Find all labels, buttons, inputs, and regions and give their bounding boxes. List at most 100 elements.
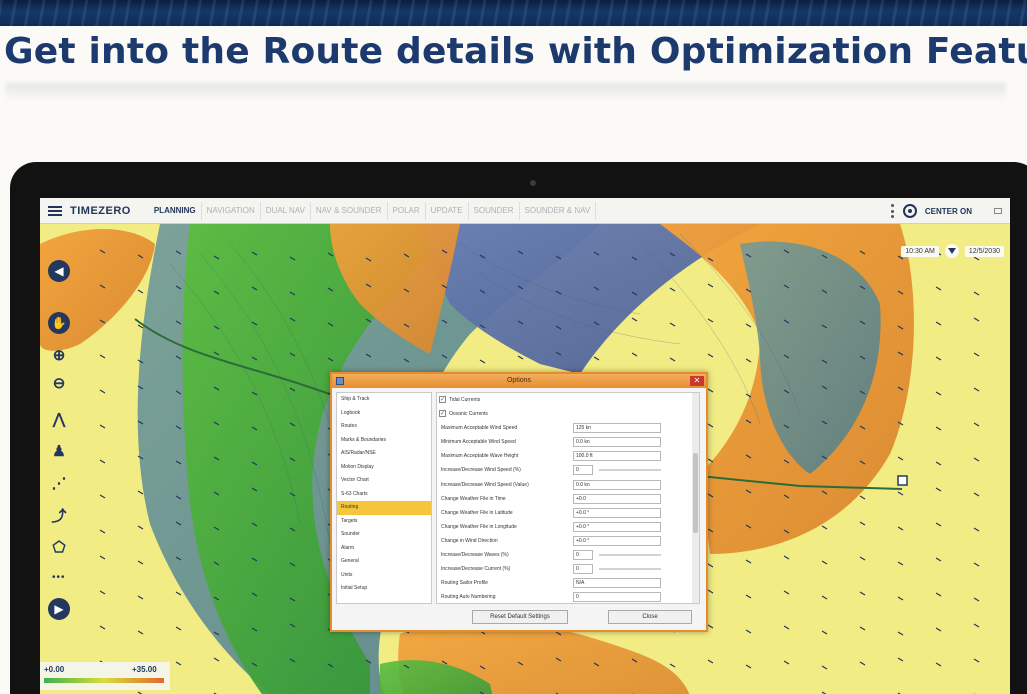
zoom-in-icon[interactable]: ⊕ xyxy=(48,344,70,366)
setting-row: Increase/Decrease Current (%) 0 xyxy=(437,562,699,576)
route-marker-icon[interactable]: ♟ xyxy=(48,440,70,462)
laptop-screen: TIMEZERO PLANNING NAVIGATION DUAL NAV NAV &… xyxy=(40,198,1010,694)
setting-label: Increase/Decrease Waves (%) xyxy=(441,552,509,559)
setting-row: Maximum Acceptable Wave Height 100.0 ft xyxy=(437,449,699,463)
hand-pan-icon[interactable]: ✋ xyxy=(48,312,70,334)
setting-value-field[interactable]: 0 xyxy=(573,550,593,561)
setting-value-field[interactable]: +0.0 xyxy=(573,493,661,504)
setting-label: Maximum Acceptable Wave Height xyxy=(441,453,519,460)
ocean-banner-image xyxy=(0,0,1027,26)
setting-label: Change in Wind Direction xyxy=(441,537,498,544)
settings-panel: ✓ Tidal Currents ✓ Oceanic Currents Maximum … xyxy=(436,392,700,604)
setting-label: Change Weather File in Time xyxy=(441,495,506,502)
category-item[interactable]: S-63 Charts xyxy=(337,488,431,502)
checkbox[interactable]: ✓ xyxy=(439,410,446,418)
setting-label: Increase/Decrease Wind Speed (Value) xyxy=(441,481,529,488)
category-item[interactable]: Targets xyxy=(337,515,431,529)
options-dialog: Options ✕ Ship & Track Logbook Routes Marks… xyxy=(330,372,708,632)
polygon-icon[interactable]: ⬠ xyxy=(48,536,70,558)
category-item[interactable]: Sounder xyxy=(337,528,431,542)
zoom-out-icon[interactable]: ⊖ xyxy=(48,372,70,394)
close-button[interactable]: Close xyxy=(608,610,692,624)
setting-value-field[interactable]: 100.0 ft xyxy=(573,451,661,462)
dialog-title: Options xyxy=(506,377,532,384)
setting-row: Change in Wind Direction +0.0 ° xyxy=(437,534,699,548)
setting-slider[interactable] xyxy=(599,469,661,472)
legend-min-value: +0.00 xyxy=(44,665,65,674)
more-tools-icon[interactable]: ••• xyxy=(52,572,66,583)
category-item[interactable]: Units xyxy=(337,569,431,583)
tab-polar[interactable]: POLAR xyxy=(388,201,426,220)
checkbox-row: ✓ Tidal Currents xyxy=(437,393,699,407)
setting-value-field[interactable]: +0.0 ° xyxy=(573,521,661,532)
headline-reflection xyxy=(6,83,1006,101)
tab-navigation[interactable]: NAVIGATION xyxy=(202,201,261,220)
arrow-forward-icon[interactable]: ▶ xyxy=(48,598,70,620)
tab-sounder-nav[interactable]: SOUNDER & NAV xyxy=(520,201,597,220)
category-item[interactable]: Routes xyxy=(337,420,431,434)
category-item[interactable]: Logbook xyxy=(337,407,431,421)
setting-value-field[interactable]: 0.0 kn xyxy=(573,479,661,490)
setting-slider[interactable] xyxy=(599,568,661,571)
tab-sounder[interactable]: SOUNDER xyxy=(469,201,520,220)
workspace-tabs: PLANNING NAVIGATION DUAL NAV NAV & SOUNDER P… xyxy=(149,201,597,220)
setting-value-field[interactable]: +0.0 ° xyxy=(573,535,661,546)
category-item[interactable]: General xyxy=(337,555,431,569)
scrollbar-thumb[interactable] xyxy=(693,453,698,533)
tab-dual-nav[interactable]: DUAL NAV xyxy=(261,201,311,220)
setting-row: Change Weather File in Latitude +0.0 ° xyxy=(437,506,699,520)
tab-nav-sounder[interactable]: NAV & SOUNDER xyxy=(311,201,388,220)
app-icon xyxy=(336,377,344,385)
dialog-titlebar[interactable]: Options ✕ xyxy=(332,374,706,388)
setting-value-field[interactable]: 0 xyxy=(573,465,593,476)
time-clock[interactable]: 10:30 AM xyxy=(901,245,939,257)
kebab-menu-icon[interactable] xyxy=(890,204,895,218)
reset-default-settings-button[interactable]: Reset Default Settings xyxy=(472,610,568,624)
center-on-button[interactable]: CENTER ON xyxy=(925,207,972,216)
app-toolbar: TIMEZERO PLANNING NAVIGATION DUAL NAV NAV &… xyxy=(40,198,1010,224)
setting-label: Increase/Decrease Current (%) xyxy=(441,566,511,573)
route-tool-icon[interactable]: ⋰ xyxy=(48,472,70,494)
category-item[interactable]: Motion Display xyxy=(337,461,431,475)
setting-row: Routing Sailor Profile N/A xyxy=(437,576,699,590)
category-item[interactable]: Initial Setup xyxy=(337,582,431,596)
arrow-back-icon[interactable]: ◀ xyxy=(48,260,70,282)
setting-label: Change Weather File in Latitude xyxy=(441,509,513,516)
category-item[interactable]: Vector Chart xyxy=(337,474,431,488)
wind-speed-legend: +0.00 +35.00 xyxy=(40,662,170,690)
setting-row: Increase/Decrease Wind Speed (%) 0 xyxy=(437,463,699,477)
hamburger-menu-icon[interactable] xyxy=(40,198,70,224)
category-item[interactable]: Ship & Track xyxy=(337,393,431,407)
promo-page: Get into the Route details with Optimiza… xyxy=(0,0,1027,694)
checkbox-label: Tidal Currents xyxy=(449,397,481,403)
laptop-camera xyxy=(530,180,536,186)
category-item[interactable]: AIS/Radar/NSE xyxy=(337,447,431,461)
window-restore-icon[interactable] xyxy=(994,208,1002,214)
compass-icon[interactable]: ⋀ xyxy=(48,408,70,430)
checkbox[interactable]: ✓ xyxy=(439,396,446,403)
setting-value-field[interactable]: 0 xyxy=(573,592,661,603)
setting-value-field[interactable]: N/A xyxy=(573,578,661,589)
setting-value-field[interactable]: 0 xyxy=(573,564,593,575)
setting-row: Minimum Acceptable Wind Speed 0.0 kn xyxy=(437,435,699,449)
category-item[interactable]: Alarm xyxy=(337,542,431,556)
setting-row: Change Weather File in Longitude +0.0 ° xyxy=(437,520,699,534)
measure-icon[interactable]: ⤴ xyxy=(48,504,70,526)
setting-row: Maximum Acceptable Wind Speed 125 kn xyxy=(437,421,699,435)
setting-label: Change Weather File in Longitude xyxy=(441,523,517,530)
setting-value-field[interactable]: 125 kn xyxy=(573,423,661,434)
tab-update[interactable]: UPDATE xyxy=(426,201,469,220)
checkbox-label: Oceanic Currents xyxy=(449,411,488,418)
setting-slider[interactable] xyxy=(599,554,661,557)
setting-value-field[interactable]: +0.0 ° xyxy=(573,507,661,518)
setting-label: Routing Sailor Profile xyxy=(441,580,488,587)
category-item[interactable]: Routing xyxy=(337,501,431,515)
settings-scrollbar[interactable] xyxy=(692,393,699,603)
target-center-icon[interactable] xyxy=(902,204,917,218)
tab-planning[interactable]: PLANNING xyxy=(149,201,202,220)
setting-value-field[interactable]: 0.0 kn xyxy=(573,437,661,448)
time-date[interactable]: 12/5/2030 xyxy=(964,245,1004,257)
close-icon[interactable]: ✕ xyxy=(690,376,704,386)
chevron-down-icon[interactable] xyxy=(944,244,959,258)
category-item[interactable]: Marks & Boundaries xyxy=(337,434,431,448)
